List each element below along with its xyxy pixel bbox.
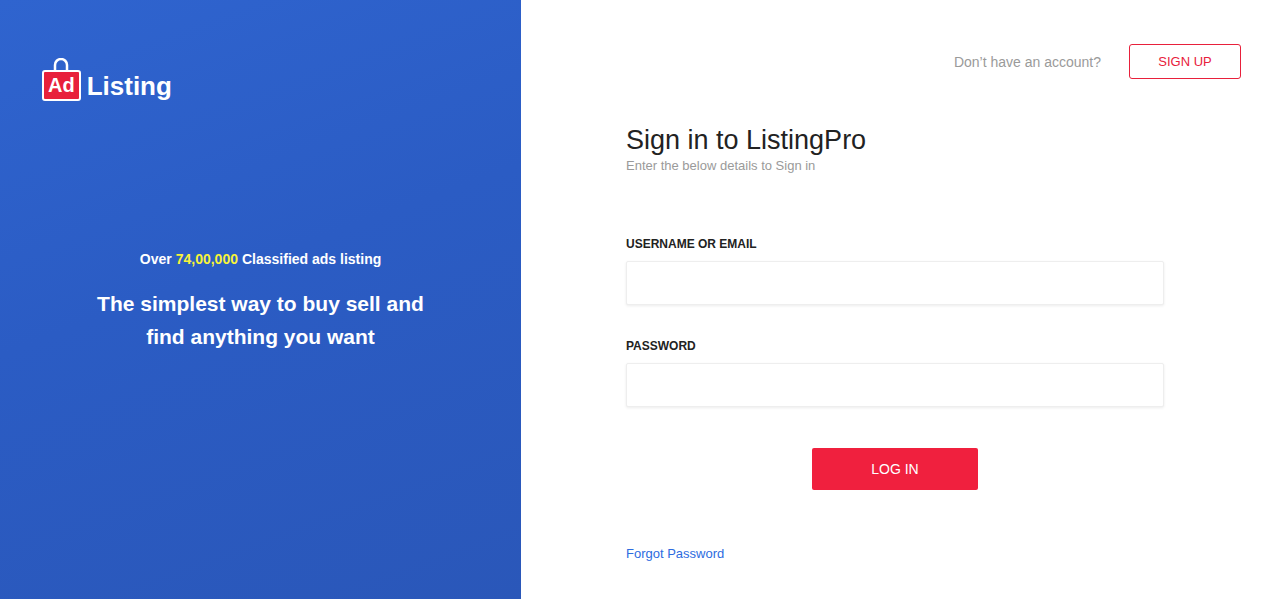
promo: Over74,00,000Classified ads listing The s… xyxy=(42,251,479,353)
logo-badge: Ad xyxy=(42,70,81,101)
logo: AdListing xyxy=(42,58,521,101)
submit-row: LOG IN xyxy=(626,448,1164,490)
form-title: Sign in to ListingPro xyxy=(626,123,1164,157)
bag-handle-icon xyxy=(50,58,72,70)
sign-in-form: Sign in to ListingProEnter the below det… xyxy=(626,123,1164,561)
header: Don’t have an account? SIGN UP xyxy=(626,44,1241,79)
form-panel: Don’t have an account? SIGN UP Sign in to … xyxy=(521,0,1261,599)
form-subtitle: Enter the below details to Sign in xyxy=(626,157,1164,175)
form-field: USERNAME OR EMAIL xyxy=(626,237,1164,305)
sign-in-page: AdListing Over74,00,000Classified ads lis… xyxy=(0,0,1261,599)
hero-panel: AdListing Over74,00,000Classified ads lis… xyxy=(0,0,521,599)
field-input[interactable] xyxy=(626,261,1164,305)
promo-count-line: Over74,00,000Classified ads listing xyxy=(140,251,381,267)
field-label: PASSWORD xyxy=(626,339,1164,353)
field-label: USERNAME OR EMAIL xyxy=(626,237,1164,251)
fields: USERNAME OR EMAIL PASSWORD xyxy=(626,237,1164,407)
signup-button[interactable]: SIGN UP xyxy=(1129,44,1241,79)
promo-count: 74,00,000 xyxy=(176,251,238,267)
logo-text: Listing xyxy=(87,72,172,101)
signup-prompt: Don’t have an account? xyxy=(954,54,1101,70)
login-button[interactable]: LOG IN xyxy=(812,448,978,490)
tagline: The simplest way to buy sell and find an… xyxy=(91,287,431,353)
field-input[interactable] xyxy=(626,363,1164,407)
form-field: PASSWORD xyxy=(626,339,1164,407)
bag-mark: Ad xyxy=(42,58,81,101)
forgot-password-link[interactable]: Forgot Password xyxy=(626,546,724,561)
